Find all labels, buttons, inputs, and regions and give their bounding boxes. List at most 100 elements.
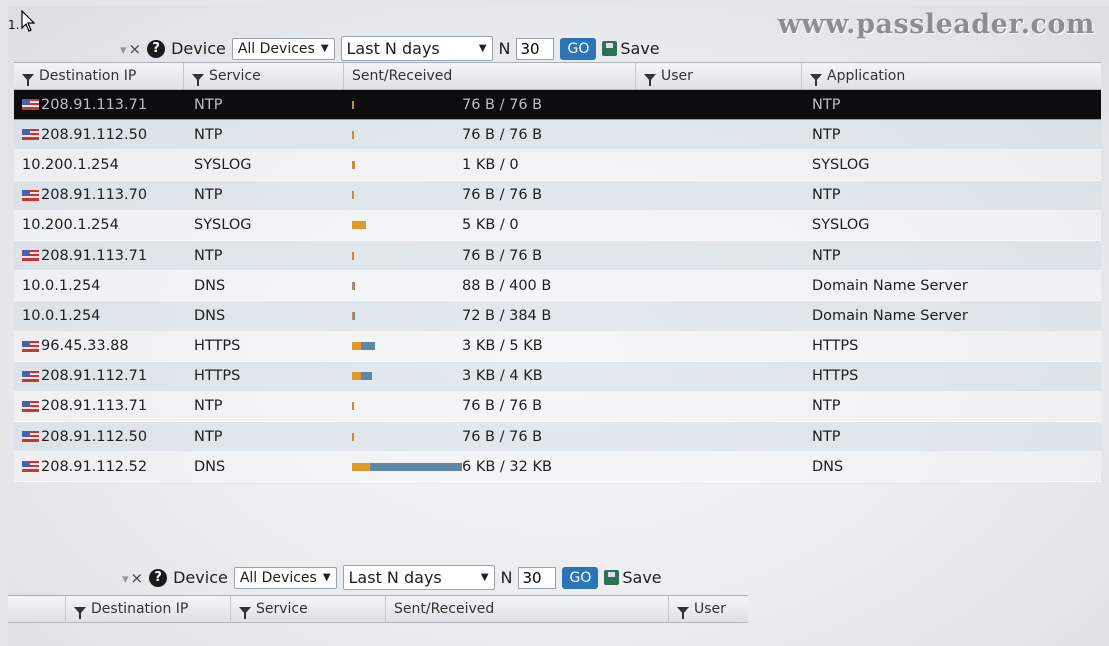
sent-received-text: 88 B / 400 B [462, 277, 552, 294]
traffic-bar [352, 342, 375, 351]
funnel-icon[interactable] [22, 73, 34, 86]
cell-destination-ip: 208.91.112.50 [14, 422, 184, 451]
table-row[interactable]: 10.0.1.254 DNS 88 B / 400 B Domain Name Ser… [14, 271, 1101, 302]
received-bar-segment [361, 372, 372, 381]
table-row[interactable]: 208.91.112.50 NTP 76 B / 76 B NTP [14, 120, 1101, 151]
funnel-icon[interactable] [644, 73, 656, 86]
help-icon[interactable]: ? [147, 39, 166, 58]
cell-application: SYSLOG [812, 156, 870, 173]
range-select[interactable]: Last N days ▼ [340, 36, 493, 61]
save-button[interactable]: Save [604, 568, 662, 587]
ip-text: 208.91.112.71 [41, 368, 148, 385]
cell-destination-ip: 208.91.113.71 [14, 241, 184, 270]
sent-received-text: 76 B / 76 B [462, 428, 543, 445]
traffic-bar [352, 130, 354, 139]
clear-filter-button[interactable]: ▾ × [120, 40, 141, 58]
table-row[interactable]: 208.91.112.50 NTP 76 B / 76 B NTP [14, 422, 1101, 453]
range-select[interactable]: Last N days ▼ [342, 565, 495, 590]
table-row[interactable]: 208.91.113.71 NTP 76 B / 76 B NTP [14, 240, 1101, 272]
funnel-icon[interactable] [74, 606, 86, 619]
cell-user [636, 90, 802, 119]
sent-received-text: 76 B / 76 B [462, 187, 543, 204]
cell-destination-ip: 208.91.113.71 [14, 90, 184, 119]
column-header-user[interactable]: User [669, 596, 748, 622]
ip-text: 208.91.112.50 [41, 428, 148, 445]
n-days-input[interactable] [516, 37, 555, 60]
funnel-icon[interactable] [677, 606, 689, 619]
traffic-bar [352, 281, 355, 290]
ip-text: 10.0.1.254 [22, 307, 101, 324]
cell-service: SYSLOG [194, 217, 252, 234]
cell-destination-ip: 208.91.113.70 [14, 181, 184, 210]
ip-text: 208.91.113.71 [41, 96, 148, 113]
sent-bar-segment [352, 100, 354, 109]
sent-received-text: 3 KB / 4 KB [462, 368, 543, 385]
sent-bar-segment [352, 462, 370, 471]
n-days-input[interactable] [518, 566, 557, 589]
save-icon [604, 570, 620, 585]
cell-sent-received: 76 B / 76 B [344, 90, 636, 119]
ip-text: 10.200.1.254 [22, 217, 119, 234]
sent-bar-segment [352, 372, 361, 381]
table-header: Destination IP Service Sent/Received Use… [14, 63, 1101, 90]
traffic-bar [352, 100, 354, 109]
help-icon[interactable]: ? [149, 568, 168, 587]
sent-received-text: 76 B / 76 B [462, 398, 543, 415]
column-header-sent-received[interactable]: Sent/Received [386, 596, 669, 622]
cell-application: NTP [812, 96, 841, 113]
column-header-service[interactable]: Service [184, 63, 344, 89]
cell-application: NTP [812, 126, 841, 143]
go-button[interactable]: GO [562, 566, 599, 589]
column-header-destination-ip[interactable]: Destination IP [66, 596, 231, 622]
table-row[interactable]: 96.45.33.88 HTTPS 3 KB / 5 KB HTTPS [14, 331, 1101, 362]
funnel-icon[interactable] [192, 73, 204, 86]
cell-sent-received: 76 B / 76 B [344, 181, 636, 210]
cell-destination-ip: 10.0.1.254 [14, 301, 184, 330]
device-select[interactable]: All Devices ▼ [233, 566, 337, 589]
table-row[interactable]: 208.91.112.52 DNS 6 KB / 32 KB DNS [14, 452, 1101, 483]
dropdown-caret-icon: ▼ [480, 572, 489, 583]
cell-destination-ip: 10.0.1.254 [14, 271, 184, 300]
column-header-service[interactable]: Service [231, 596, 386, 622]
column-header-destination-ip[interactable]: Destination IP [14, 63, 184, 89]
table-row[interactable]: 10.200.1.254 SYSLOG 5 KB / 0 SYSLOG [14, 210, 1101, 241]
received-bar-segment [354, 281, 355, 290]
traffic-table: Destination IP Service Sent/Received Use… [14, 62, 1101, 483]
us-flag-icon [22, 370, 39, 382]
sent-received-text: 72 B / 384 B [462, 307, 552, 324]
table-row[interactable]: 208.91.112.71 HTTPS 3 KB / 4 KB HTTPS [14, 361, 1101, 392]
table-row[interactable]: 208.91.113.71 NTP 76 B / 76 B NTP [14, 90, 1101, 121]
cell-service: HTTPS [194, 368, 241, 385]
table-row[interactable]: 10.200.1.254 SYSLOG 1 KB / 0 SYSLOG [14, 150, 1101, 181]
sent-received-text: 76 B / 76 B [462, 126, 543, 143]
cell-service: NTP [194, 428, 223, 445]
sent-bar-segment [352, 342, 361, 351]
us-flag-icon [22, 129, 39, 141]
n-label: N [498, 39, 511, 58]
sent-bar-segment [352, 130, 354, 139]
cell-sent-received: 1 KB / 0 [344, 150, 636, 179]
funnel-icon[interactable] [239, 606, 251, 619]
watermark: www.passleader.com [777, 9, 1095, 40]
column-header-application[interactable]: Application [802, 63, 1101, 89]
cell-sent-received: 72 B / 384 B [344, 301, 636, 330]
funnel-icon[interactable] [810, 73, 822, 86]
go-button[interactable]: GO [560, 37, 597, 60]
table-row[interactable]: 208.91.113.71 NTP 76 B / 76 B NTP [14, 391, 1101, 423]
cell-destination-ip: 208.91.112.50 [14, 120, 184, 149]
ip-text: 10.0.1.254 [22, 277, 101, 294]
table-row[interactable]: 10.0.1.254 DNS 72 B / 384 B Domain Name Ser… [14, 301, 1101, 332]
save-button[interactable]: Save [602, 39, 660, 58]
cell-application: HTTPS [812, 338, 859, 355]
cell-application: DNS [812, 458, 844, 475]
column-header-user[interactable]: User [636, 63, 802, 89]
sent-bar-segment [352, 191, 354, 200]
clear-filter-button[interactable]: ▾ × [122, 569, 143, 587]
device-label: Device [173, 568, 228, 587]
cell-service: SYSLOG [194, 156, 252, 173]
cell-application: NTP [812, 428, 841, 445]
device-select[interactable]: All Devices ▼ [231, 37, 335, 60]
table-row[interactable]: 208.91.113.70 NTP 76 B / 76 B NTP [14, 180, 1101, 211]
column-header-sent-received[interactable]: Sent/Received [344, 63, 636, 89]
traffic-table-secondary: Destination IP Service Sent/Received Use… [8, 595, 748, 623]
